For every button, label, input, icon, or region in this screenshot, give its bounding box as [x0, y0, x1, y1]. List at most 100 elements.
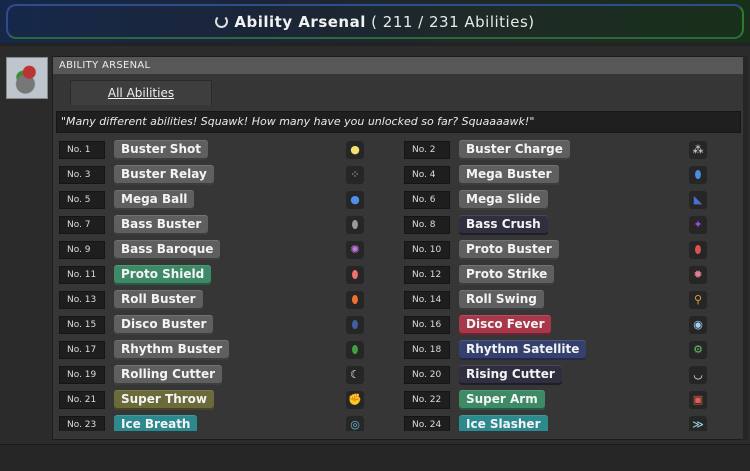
charge-ring-icon: ⁂	[689, 141, 707, 159]
shield-icon: ⬮	[346, 266, 364, 284]
ability-name-button[interactable]: Ice Breath	[114, 415, 198, 431]
ability-row[interactable]: No. 22 Super Arm ▣	[404, 390, 741, 412]
ability-row[interactable]: No. 19 Rolling Cutter ☾	[59, 365, 400, 387]
ability-row[interactable]: No. 18 Rhythm Satellite ⚙	[404, 340, 741, 362]
ability-row[interactable]: No. 15 Disco Buster ⬮	[59, 315, 400, 337]
ability-name-button[interactable]: Mega Buster	[459, 165, 559, 185]
ability-number: No. 3	[59, 166, 105, 184]
power-icon	[215, 15, 229, 28]
ability-row[interactable]: No. 17 Rhythm Buster ⬮	[59, 340, 400, 362]
ability-number: No. 23	[59, 416, 105, 431]
ability-name-button[interactable]: Rhythm Satellite	[459, 340, 587, 360]
broom-icon: ⚲	[689, 291, 707, 309]
grey-capsule-icon: ⬮	[346, 216, 364, 234]
ability-row[interactable]: No. 6 Mega Slide ◣	[404, 190, 741, 212]
scrollbar[interactable]	[743, 56, 748, 440]
ability-name-button[interactable]: Mega Ball	[114, 190, 195, 210]
ice-breath-icon: ◎	[346, 416, 364, 431]
ability-panel: ABILITY ARSENAL All Abilities "Many diff…	[52, 56, 744, 440]
ability-number: No. 19	[59, 366, 105, 384]
ability-row[interactable]: No. 1 Buster Shot ●	[59, 140, 400, 162]
ability-number: No. 18	[404, 341, 450, 359]
ability-number: No. 5	[59, 191, 105, 209]
title-text: Ability Arsenal	[234, 13, 366, 31]
navy-capsule-icon: ⬮	[346, 316, 364, 334]
ability-name-button[interactable]: Proto Strike	[459, 265, 555, 285]
ability-number: No. 13	[59, 291, 105, 309]
ability-row[interactable]: No. 2 Buster Charge ⁂	[404, 140, 741, 162]
ability-number: No. 12	[404, 266, 450, 284]
strike-icon: ✹	[689, 266, 707, 284]
ability-name-button[interactable]: Proto Shield	[114, 265, 212, 285]
ability-number: No. 8	[404, 216, 450, 234]
ability-name-button[interactable]: Super Arm	[459, 390, 545, 410]
ability-name-button[interactable]: Mega Slide	[459, 190, 548, 210]
ability-number: No. 20	[404, 366, 450, 384]
ability-row[interactable]: No. 21 Super Throw ✊	[59, 390, 400, 412]
ability-name-button[interactable]: Buster Shot	[114, 140, 208, 160]
ability-row[interactable]: No. 11 Proto Shield ⬮	[59, 265, 400, 287]
ability-row[interactable]: No. 12 Proto Strike ✹	[404, 265, 741, 287]
ability-name-button[interactable]: Roll Swing	[459, 290, 544, 310]
ability-row[interactable]: No. 24 Ice Slasher ≫	[404, 415, 741, 431]
red-capsule-icon: ⬮	[689, 241, 707, 259]
ability-number: No. 10	[404, 241, 450, 259]
ability-number: No. 24	[404, 416, 450, 431]
ability-number: No. 11	[59, 266, 105, 284]
ability-number: No. 16	[404, 316, 450, 334]
rising-cutter-icon: ◡	[689, 366, 707, 384]
ability-name-button[interactable]: Ice Slasher	[459, 415, 548, 431]
ability-row[interactable]: No. 10 Proto Buster ⬮	[404, 240, 741, 262]
ability-name-button[interactable]: Super Throw	[114, 390, 214, 410]
ability-name-button[interactable]: Rhythm Buster	[114, 340, 230, 360]
ability-name-button[interactable]: Roll Buster	[114, 290, 203, 310]
ability-row[interactable]: No. 16 Disco Fever ◉	[404, 315, 741, 337]
ability-row[interactable]: No. 3 Buster Relay ⁘	[59, 165, 400, 187]
ability-row[interactable]: No. 7 Bass Buster ⬮	[59, 215, 400, 237]
ability-row[interactable]: No. 13 Roll Buster ⬮	[59, 290, 400, 312]
ability-row[interactable]: No. 9 Bass Baroque ✺	[59, 240, 400, 262]
satellite-icon: ⚙	[689, 341, 707, 359]
pellet-icon: ●	[346, 141, 364, 159]
ability-row[interactable]: No. 5 Mega Ball ●	[59, 190, 400, 212]
ability-name-button[interactable]: Buster Relay	[114, 165, 214, 185]
throw-icon: ✊	[346, 391, 364, 409]
ability-name-button[interactable]: Proto Buster	[459, 240, 559, 260]
ability-row[interactable]: No. 23 Ice Breath ◎	[59, 415, 400, 431]
ability-name-button[interactable]: Disco Fever	[459, 315, 552, 335]
ability-number: No. 17	[59, 341, 105, 359]
ability-row[interactable]: No. 4 Mega Buster ⬮	[404, 165, 741, 187]
ability-count: ( 211 / 231 Abilities)	[371, 13, 535, 31]
ability-number: No. 21	[59, 391, 105, 409]
ability-name-button[interactable]: Bass Buster	[114, 215, 209, 235]
ability-name-button[interactable]: Bass Crush	[459, 215, 548, 235]
ability-name-button[interactable]: Disco Buster	[114, 315, 214, 335]
ability-list[interactable]: No. 1 Buster Shot ● No. 2 Buster Charge ⁂ No. …	[59, 140, 741, 431]
relay-dots-icon: ⁘	[346, 166, 364, 184]
ability-number: No. 2	[404, 141, 450, 159]
tab-all-abilities[interactable]: All Abilities	[70, 80, 212, 105]
disco-ball-icon: ◉	[689, 316, 707, 334]
bird-avatar-icon	[15, 62, 41, 96]
green-capsule-icon: ⬮	[346, 341, 364, 359]
ability-number: No. 9	[59, 241, 105, 259]
ability-name-button[interactable]: Rising Cutter	[459, 365, 562, 385]
blue-capsule-icon: ⬮	[689, 166, 707, 184]
ability-number: No. 4	[404, 166, 450, 184]
cutter-icon: ☾	[346, 366, 364, 384]
orange-capsule-icon: ⬮	[346, 291, 364, 309]
ability-name-button[interactable]: Rolling Cutter	[114, 365, 223, 385]
ability-row[interactable]: No. 8 Bass Crush ✦	[404, 215, 741, 237]
ability-name-button[interactable]: Buster Charge	[459, 140, 570, 160]
ability-row[interactable]: No. 14 Roll Swing ⚲	[404, 290, 741, 312]
page-title: Ability Arsenal ( 211 / 231 Abilities)	[0, 13, 750, 31]
ability-name-button[interactable]: Bass Baroque	[114, 240, 221, 260]
purple-crush-icon: ✦	[689, 216, 707, 234]
bottom-bar	[0, 444, 750, 471]
panel-heading: ABILITY ARSENAL	[53, 57, 743, 74]
slide-icon: ◣	[689, 191, 707, 209]
ability-number: No. 6	[404, 191, 450, 209]
ability-row[interactable]: No. 20 Rising Cutter ◡	[404, 365, 741, 387]
ice-slasher-icon: ≫	[689, 416, 707, 431]
ability-number: No. 7	[59, 216, 105, 234]
